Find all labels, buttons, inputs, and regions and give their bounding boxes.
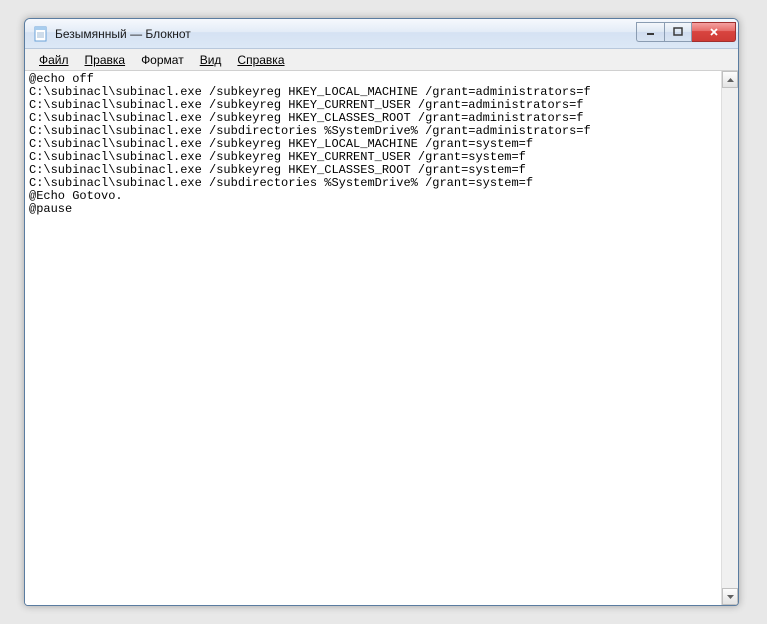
titlebar[interactable]: Безымянный — Блокнот (25, 19, 738, 49)
minimize-icon (646, 27, 656, 37)
maximize-icon (673, 27, 683, 37)
menu-view[interactable]: Вид (192, 51, 230, 69)
close-icon (709, 27, 719, 37)
text-editor[interactable] (25, 71, 721, 605)
menu-help[interactable]: Справка (229, 51, 292, 69)
window-title: Безымянный — Блокнот (55, 27, 636, 41)
scroll-track[interactable] (722, 88, 738, 588)
menu-edit[interactable]: Правка (77, 51, 134, 69)
menubar: Файл Правка Формат Вид Справка (25, 49, 738, 71)
window-controls (636, 22, 736, 42)
chevron-up-icon (727, 78, 734, 82)
maximize-button[interactable] (664, 22, 692, 42)
notepad-icon (33, 26, 49, 42)
minimize-button[interactable] (636, 22, 664, 42)
scroll-up-button[interactable] (722, 71, 738, 88)
menu-format[interactable]: Формат (133, 51, 192, 69)
close-button[interactable] (692, 22, 736, 42)
chevron-down-icon (727, 595, 734, 599)
menu-file[interactable]: Файл (31, 51, 77, 69)
editor-area (25, 71, 738, 605)
scroll-down-button[interactable] (722, 588, 738, 605)
vertical-scrollbar[interactable] (721, 71, 738, 605)
notepad-window: Безымянный — Блокнот Файл Правка Формат … (24, 18, 739, 606)
